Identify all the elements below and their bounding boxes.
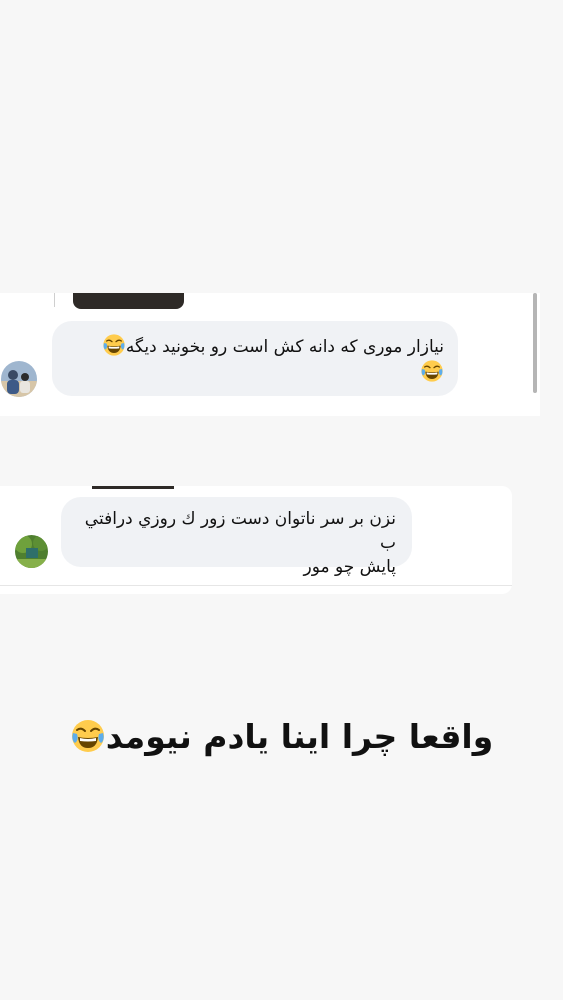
commenter-avatar-1[interactable]: [1, 361, 37, 397]
caption-text-block: واقعا چرا اینا یادم نیومد: [0, 712, 563, 762]
avatar-photo-icon: [1, 361, 37, 397]
face-with-tears-of-joy-icon: [102, 333, 126, 357]
reply-thread-line: [54, 293, 55, 307]
comment-text-2-line2: پايش چو مور: [303, 557, 396, 577]
comment-text-1: نیازار موری که دانه کش است رو بخونید دیگ…: [125, 337, 444, 357]
attached-image-thumbnail[interactable]: [92, 486, 174, 489]
scrollbar[interactable]: [533, 293, 537, 393]
attached-image-thumbnail[interactable]: [73, 293, 184, 309]
comment-bubble-2: نزن بر سر ناتوان دست زور ك روزي درافتي ب…: [61, 497, 412, 577]
comment-bubble-1: نیازار موری که دانه کش است رو بخونید دیگ…: [52, 321, 458, 396]
comment-text-2-line1: نزن بر سر ناتوان دست زور ك روزي درافتي ب: [84, 509, 396, 553]
caption-text: واقعا چرا اینا یادم نیومد: [105, 717, 494, 756]
face-with-tears-of-joy-icon: [420, 359, 444, 383]
divider: [0, 585, 512, 586]
avatar-photo-icon: [15, 535, 48, 568]
face-with-tears-of-joy-icon: [70, 718, 106, 754]
commenter-avatar-2[interactable]: [15, 535, 48, 568]
